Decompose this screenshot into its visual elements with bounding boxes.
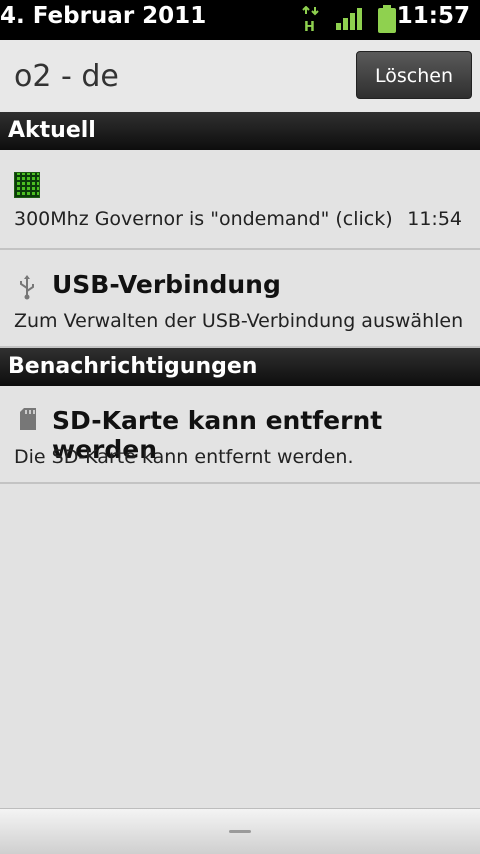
- battery-icon: [378, 5, 396, 33]
- carrier-name: o2 - de: [14, 59, 119, 94]
- section-ongoing: Aktuell: [0, 112, 480, 150]
- notification-governor[interactable]: 300Mhz Governor is "ondemand" (click) 11…: [0, 150, 480, 250]
- section-notifications: Benachrichtigungen: [0, 348, 480, 386]
- notification-title: USB-Verbindung: [52, 270, 281, 299]
- notification-usb[interactable]: USB-Verbindung Zum Verwalten der USB-Ver…: [0, 250, 480, 348]
- usb-icon: [20, 275, 34, 300]
- notification-text: 300Mhz Governor is "ondemand" (click): [14, 208, 393, 230]
- network-type-label: H: [304, 20, 315, 32]
- notification-sd-card[interactable]: SD-Karte kann entfernt werden Die SD-Kar…: [0, 386, 480, 484]
- status-date: 4. Februar 2011: [0, 3, 207, 29]
- signal-strength-icon: [336, 8, 362, 30]
- sd-card-icon: [20, 408, 36, 430]
- notification-text: Zum Verwalten der USB-Verbindung auswähl…: [14, 310, 464, 332]
- drawer-handle[interactable]: [0, 808, 480, 854]
- cpu-icon: [14, 172, 40, 198]
- clear-button[interactable]: Löschen: [356, 51, 472, 99]
- notification-text: Die SD-Karte kann entfernt werden.: [14, 446, 354, 468]
- notification-time: 11:54: [407, 208, 462, 230]
- notification-header: o2 - de Löschen: [0, 40, 480, 112]
- status-time: 11:57: [396, 3, 470, 29]
- grip-icon: [229, 830, 251, 833]
- status-bar: 4. Februar 2011 H 11:57: [0, 0, 480, 40]
- data-transfer-icon: H: [302, 6, 319, 32]
